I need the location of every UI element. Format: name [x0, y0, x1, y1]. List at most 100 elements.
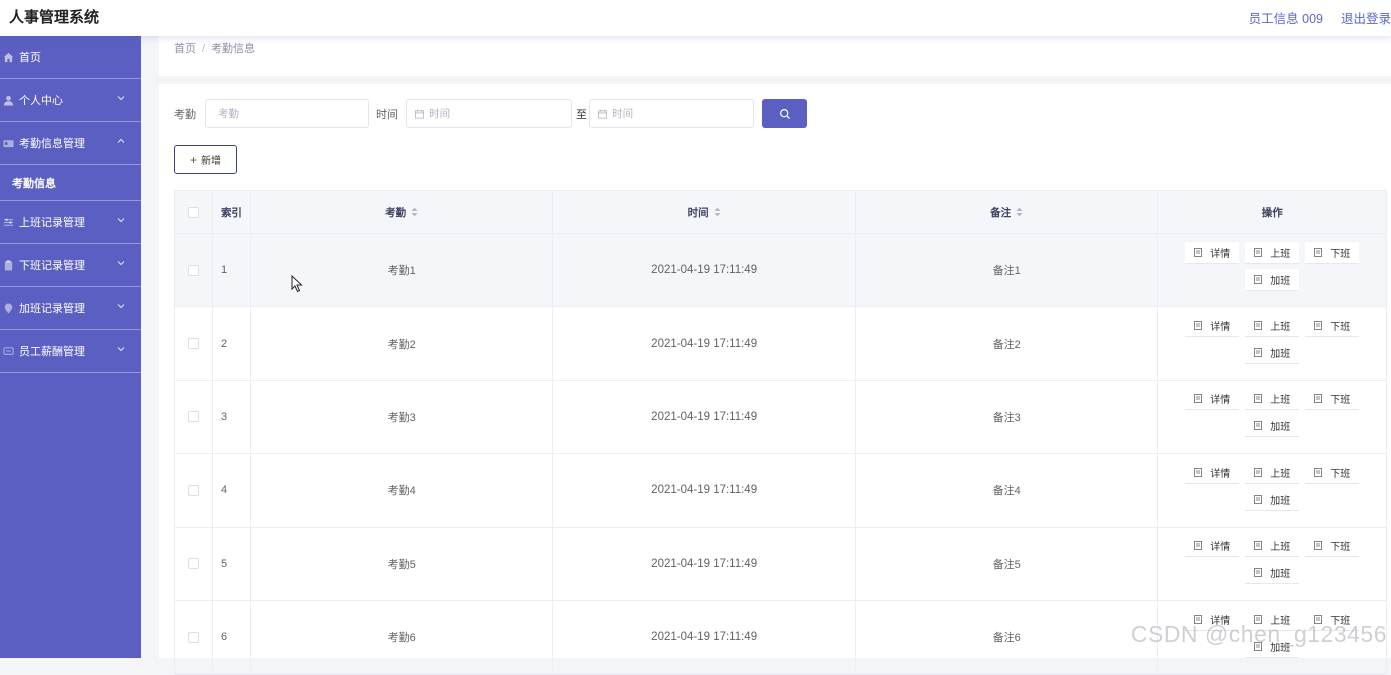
message-icon	[2, 345, 14, 357]
sidebar-item-clock-out-records[interactable]: 下班记录管理	[0, 244, 141, 287]
cell-attendance: 考勤5	[251, 528, 554, 600]
time-start-input-box	[406, 99, 572, 128]
breadcrumb-home[interactable]: 首页	[174, 43, 196, 55]
document-icon	[1254, 568, 1266, 577]
sliders-icon	[2, 216, 14, 228]
action-label: 上班	[1270, 465, 1290, 480]
document-icon	[1254, 468, 1266, 477]
detail-button[interactable]: 详情	[1185, 242, 1239, 264]
sidebar-item-attendance-management[interactable]: 考勤信息管理	[0, 122, 141, 165]
document-icon	[1194, 321, 1206, 330]
overtime-button[interactable]: 加班	[1245, 489, 1299, 511]
logout-link[interactable]: 退出登录	[1341, 12, 1391, 26]
row-checkbox[interactable]	[188, 558, 199, 569]
row-checkbox[interactable]	[188, 632, 199, 643]
to-label: 至	[576, 106, 587, 122]
sidebar-item-personal-center[interactable]: 个人中心	[0, 79, 141, 122]
sidebar-item-label: 考勤信息管理	[19, 135, 85, 151]
header-attendance-label: 考勤	[385, 205, 406, 220]
document-icon	[1254, 421, 1266, 430]
document-icon	[1254, 248, 1266, 257]
row-checkbox[interactable]	[188, 411, 199, 422]
select-all-checkbox[interactable]	[188, 207, 199, 218]
cell-actions: 详情 上班 下班加班	[1158, 381, 1386, 453]
sidebar-item-home[interactable]: 首页	[0, 36, 141, 79]
header-time[interactable]: 时间	[553, 191, 856, 233]
pin-icon	[2, 302, 14, 314]
sidebar: 首页 个人中心 考勤信息管理 考勤信息 上班记录管理 下班记录管理 加班记录管理	[0, 36, 141, 658]
cell-index: 5	[213, 528, 251, 600]
detail-button[interactable]: 详情	[1185, 462, 1239, 484]
row-actions: 详情 上班下班加班	[1177, 462, 1367, 511]
cell-actions: 详情上班下班加班	[1158, 307, 1386, 379]
clock-out-button[interactable]: 下班	[1305, 535, 1359, 557]
document-icon	[1194, 248, 1206, 257]
clock-in-button[interactable]: 上班	[1245, 242, 1299, 264]
search-button[interactable]	[762, 99, 807, 128]
clock-out-button[interactable]: 下班	[1305, 462, 1359, 484]
sidebar-item-label: 上班记录管理	[19, 214, 85, 230]
overtime-button[interactable]: 加班	[1245, 269, 1299, 291]
clock-out-button[interactable]: 下班	[1305, 242, 1359, 264]
time-start-input[interactable]	[429, 108, 571, 120]
sidebar-item-label: 加班记录管理	[19, 300, 85, 316]
search-icon	[779, 108, 791, 120]
cell-time: 2021-04-19 17:11:49	[553, 381, 856, 453]
top-right-links: 员工信息 009 退出登录	[1231, 8, 1391, 27]
top-bar: 人事管理系统 员工信息 009 退出登录	[0, 0, 1391, 36]
overtime-button[interactable]: 加班	[1245, 342, 1299, 364]
row-checkbox[interactable]	[188, 338, 199, 349]
document-icon	[1314, 468, 1326, 477]
detail-button[interactable]: 详情	[1185, 315, 1239, 337]
cell-time: 2021-04-19 17:11:49	[553, 454, 856, 526]
row-actions: 详情上班下班加班	[1177, 315, 1367, 364]
chevron-down-icon	[116, 344, 126, 354]
header-note[interactable]: 备注	[856, 191, 1159, 233]
add-button[interactable]: + 新增	[174, 145, 237, 174]
cell-time: 2021-04-19 17:11:49	[553, 528, 856, 600]
overtime-button[interactable]: 加班	[1245, 562, 1299, 584]
row-checkbox[interactable]	[188, 265, 199, 276]
clock-in-button[interactable]: 上班	[1245, 388, 1299, 410]
document-icon	[1254, 348, 1266, 357]
cell-time: 2021-04-19 17:11:49	[553, 601, 856, 673]
sidebar-subitem-attendance-info[interactable]: 考勤信息	[0, 165, 141, 201]
action-label: 加班	[1270, 418, 1290, 433]
row-checkbox[interactable]	[188, 485, 199, 496]
app-title: 人事管理系统	[9, 6, 99, 27]
cell-actions: 详情上班下班加班	[1158, 528, 1386, 600]
user-icon	[2, 94, 14, 106]
sort-icon	[411, 207, 418, 217]
header-attendance[interactable]: 考勤	[251, 191, 554, 233]
chevron-down-icon	[116, 215, 126, 225]
user-info-link[interactable]: 员工信息 009	[1249, 12, 1323, 26]
time-end-input[interactable]	[612, 108, 753, 120]
overtime-button[interactable]: 加班	[1245, 415, 1299, 437]
sidebar-item-salary-management[interactable]: 员工薪酬管理	[0, 330, 141, 373]
calendar-icon	[598, 109, 607, 119]
clock-in-button[interactable]: 上班	[1245, 535, 1299, 557]
action-label: 下班	[1330, 391, 1350, 406]
attendance-input[interactable]	[218, 108, 368, 120]
clipboard-icon	[2, 259, 14, 271]
cell-actions: 详情 上班下班加班	[1158, 454, 1386, 526]
clock-out-button[interactable]: 下班	[1305, 315, 1359, 337]
chevron-down-icon	[116, 301, 126, 311]
cell-actions: 详情上班下班加班	[1158, 234, 1386, 306]
sidebar-item-label: 下班记录管理	[19, 257, 85, 273]
cell-note: 备注1	[856, 234, 1159, 306]
main-panel: 考勤 时间 至 + 新增 索引 考勤 时间 备注 操作 1考勤12021-	[159, 84, 1391, 658]
sidebar-item-overtime-records[interactable]: 加班记录管理	[0, 287, 141, 330]
sidebar-item-clock-in-records[interactable]: 上班记录管理	[0, 201, 141, 244]
detail-button[interactable]: 详情	[1185, 535, 1239, 557]
row-select-cell	[175, 454, 213, 526]
action-label: 详情	[1210, 538, 1230, 553]
clock-in-button[interactable]: 上班	[1245, 315, 1299, 337]
detail-button[interactable]: 详情	[1185, 388, 1239, 410]
row-actions: 详情上班下班加班	[1177, 535, 1367, 584]
document-icon	[1194, 468, 1206, 477]
clock-in-button[interactable]: 上班	[1245, 462, 1299, 484]
clock-out-button[interactable]: 下班	[1305, 388, 1359, 410]
action-label: 上班	[1270, 391, 1290, 406]
document-icon	[1194, 394, 1206, 403]
